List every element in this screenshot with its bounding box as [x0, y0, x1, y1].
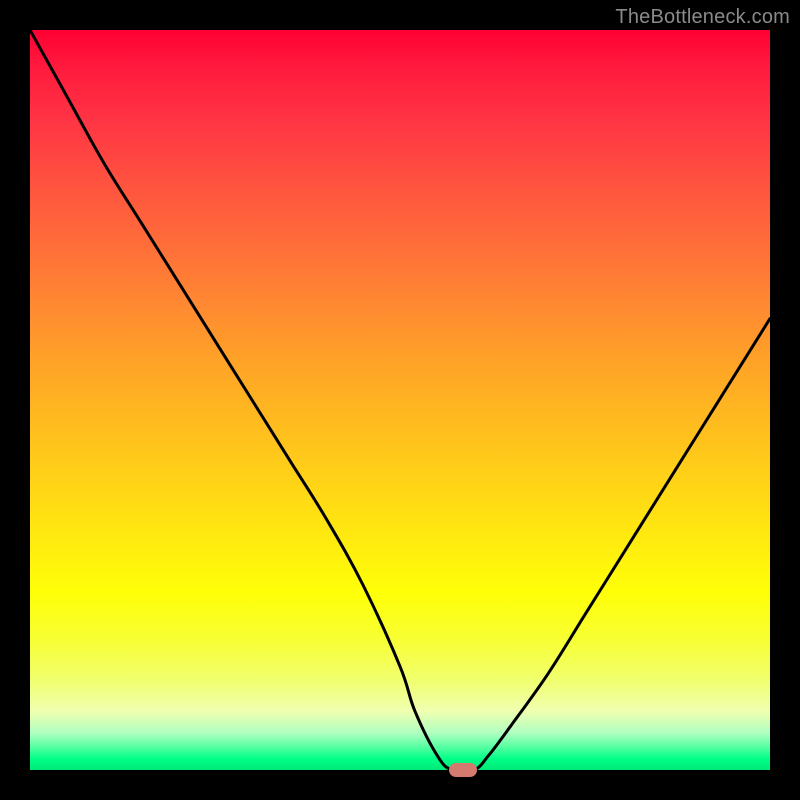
- chart-container: TheBottleneck.com: [0, 0, 800, 800]
- bottleneck-curve: [30, 30, 770, 770]
- optimal-marker: [449, 763, 477, 777]
- plot-area: [30, 30, 770, 770]
- watermark-text: TheBottleneck.com: [615, 6, 790, 29]
- curve-svg: [30, 30, 770, 770]
